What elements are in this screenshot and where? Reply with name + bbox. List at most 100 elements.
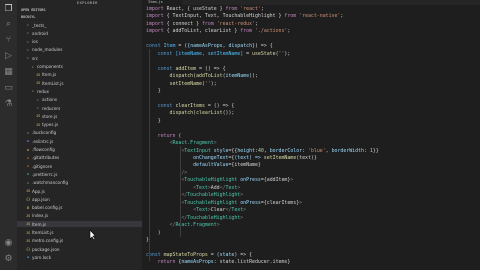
code-token: dispatch (146, 73, 194, 80)
tree-item[interactable]: ⚙ .watchmanconfig (17, 180, 142, 186)
tree-item[interactable]: ▸ ios (17, 39, 142, 45)
folder-icon: ▸ (36, 106, 40, 110)
code-token: TouchableHighlight (187, 192, 241, 199)
code-token: = ( (210, 251, 220, 258)
tree-item[interactable]: JS ItemList.js (17, 230, 142, 236)
code-token: ); (284, 50, 291, 57)
tree-item-label: android (32, 30, 48, 36)
tree-item-label: components (37, 64, 63, 69)
tree-item[interactable]: {} package.json (17, 246, 142, 252)
tree-item[interactable]: JS Item.js (17, 72, 142, 78)
gear-icon[interactable]: ⚙ (3, 254, 14, 265)
tree-item[interactable]: Bbabel.config.js (17, 205, 142, 211)
code-token: Item (163, 43, 179, 50)
tree-item-label: .watchmanconfig (32, 180, 69, 186)
js-file-icon: JS (36, 81, 41, 86)
files-icon[interactable]: ❐ (3, 4, 14, 15)
code-token: > (243, 207, 247, 214)
folder-icon: ▸ (31, 89, 35, 94)
tree-item-label: App.js (32, 188, 45, 194)
code-token: './actions' (254, 28, 288, 35)
js-file-icon: JS (26, 213, 31, 218)
code-token: clearItems (175, 102, 208, 109)
code-token: setItemName (263, 155, 297, 161)
code-token: ( (178, 132, 182, 139)
code-token: return (146, 259, 179, 266)
tree-item[interactable]: ▸ node_modules (17, 47, 142, 53)
test-flask-icon[interactable]: ⚗ (3, 99, 14, 110)
code-token: [itemName, setItemName] (175, 50, 247, 57)
code-line: return {nameAsProps: state.listReducer.i… (146, 258, 291, 267)
project-section[interactable]: BUCKSYL (21, 15, 35, 19)
config-icon: ⚙ (26, 147, 30, 152)
tree-item[interactable]: ⚙ .buckconfig (17, 130, 142, 136)
tree-item-label: redux (37, 88, 49, 94)
code-token: mapStateToProps (163, 251, 211, 258)
tree-item[interactable]: ▸ components (17, 64, 142, 70)
code-token: /> (146, 169, 188, 176)
tree-item[interactable]: ▸ reducers (17, 105, 142, 111)
tree-item[interactable]: JS App.js (17, 188, 142, 194)
tree-item[interactable]: ▸ src (17, 55, 142, 61)
remote-explorer-icon[interactable]: ▭ (3, 83, 14, 94)
tree-item[interactable]: JS Item.js (17, 221, 142, 228)
code-token: </ (146, 214, 188, 221)
tree-item-label: reducers (42, 105, 61, 111)
tree-item[interactable]: ⚙ .prettierrc.js (17, 171, 142, 177)
folder-icon: ▸ (26, 47, 30, 52)
js-file-icon: JS (26, 238, 31, 243)
code-token: 'blue' (308, 147, 326, 154)
code-token: < (146, 177, 185, 184)
tree-item-label: metro.config.js (32, 238, 64, 244)
folder-icon: ▸ (26, 39, 30, 44)
json-file-icon: {} (26, 247, 31, 252)
tree-item[interactable]: ▸ redux (17, 88, 142, 94)
tree-item[interactable]: ▸ actions (17, 97, 142, 103)
tree-item[interactable]: {} app.json (17, 196, 142, 202)
code-token: const (146, 102, 176, 109)
code-token: Clear (210, 207, 226, 214)
code-token: = () => { (199, 65, 226, 72)
extensions-icon[interactable]: ▦ (3, 67, 14, 78)
tree-item-label: store.js (42, 113, 58, 119)
tree-item[interactable]: JS types.js (17, 122, 142, 128)
search-icon[interactable]: ⌕ (3, 19, 14, 30)
tree-item[interactable]: ◈ .gitattributes (17, 155, 142, 161)
tree-item[interactable]: ⚙ .flowconfig (17, 147, 142, 153)
code-token: React.Fragment (175, 222, 217, 229)
tree-item[interactable]: JS store.js (17, 113, 142, 119)
editor-area: Item.js import React, { useState } from … (142, 0, 480, 270)
code-token: from (201, 20, 217, 27)
code-token: { addToList, clearList } (166, 28, 241, 35)
tree-item[interactable]: ▸ _tests_ (17, 22, 142, 28)
code-token: (text) => (234, 155, 264, 161)
code-token: addToList (196, 73, 223, 80)
tree-item[interactable]: ▸ android (17, 30, 142, 36)
account-icon[interactable]: ◉ (3, 238, 14, 249)
code-token: 'react' (240, 6, 261, 12)
lock-file-icon: ▪ (26, 255, 30, 260)
code-token: import (146, 20, 167, 27)
tree-item[interactable]: JS index.js (17, 213, 142, 219)
tree-item-label: ItemList.js (42, 80, 64, 86)
tree-item-label: .flowconfig (32, 147, 55, 152)
tree-item-label: .buckconfig (32, 130, 57, 136)
tree-item-label: app.json (32, 196, 50, 202)
config-icon: ⚙ (26, 180, 30, 185)
explorer-header: EXPLORER (77, 1, 98, 5)
code-token: TouchableHighlight (184, 199, 241, 206)
code-token: > (240, 214, 244, 221)
source-control-icon[interactable]: ⑂ (3, 35, 14, 46)
tree-item[interactable]: JS ItemList.js (17, 80, 142, 86)
tree-item[interactable]: ◈ .gitignore (17, 163, 142, 169)
code-token: Add (210, 184, 220, 191)
tree-item[interactable]: ▪ yarn.lock (17, 254, 142, 260)
code-token: nameAsProps (181, 259, 214, 266)
open-editors-section[interactable]: OPEN EDITORS (21, 8, 46, 12)
indent-guide (149, 49, 150, 261)
code-token: React, { useState } (166, 6, 226, 12)
tree-item[interactable]: ◆ .eslintrc.js (17, 138, 142, 144)
run-debug-icon[interactable]: ▷ (3, 51, 14, 62)
tree-item[interactable]: JS metro.config.js (17, 238, 142, 244)
code-token: Text (196, 207, 208, 214)
